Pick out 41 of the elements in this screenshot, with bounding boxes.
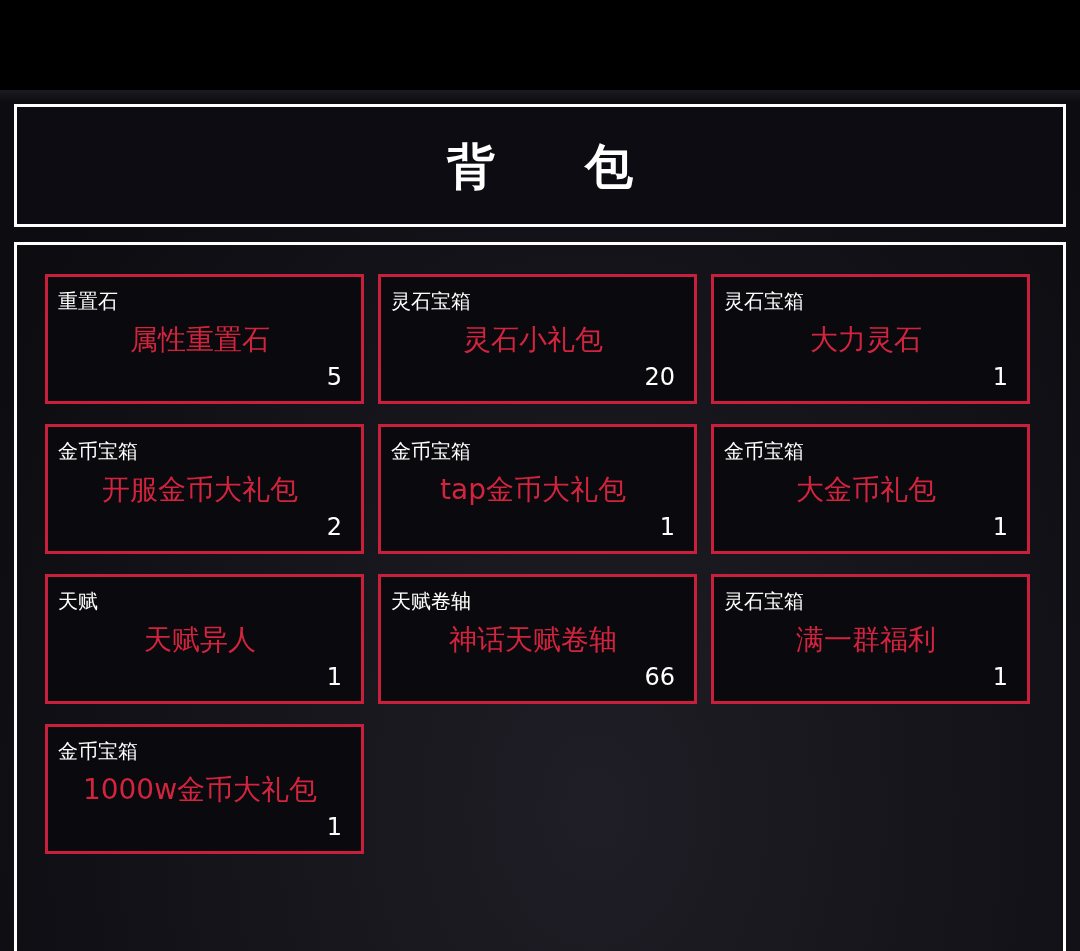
item-category: 重置石	[58, 289, 118, 313]
item-count: 2	[326, 512, 342, 542]
item-category: 金币宝箱	[58, 739, 138, 763]
item-count: 66	[644, 662, 675, 692]
item-count: 5	[326, 362, 342, 392]
item-card[interactable]: 灵石宝箱 大力灵石 1	[711, 274, 1030, 404]
page-title: 背 包	[447, 136, 654, 196]
item-name: 属性重置石	[130, 322, 270, 358]
item-card[interactable]: 天赋卷轴 神话天赋卷轴 66	[378, 574, 697, 704]
item-count: 1	[326, 812, 342, 842]
item-card[interactable]: 灵石宝箱 灵石小礼包 20	[378, 274, 697, 404]
item-category: 灵石宝箱	[724, 289, 804, 313]
item-name: 大金币礼包	[796, 472, 936, 508]
item-count: 1	[992, 362, 1008, 392]
item-category: 金币宝箱	[391, 439, 471, 463]
item-count: 1	[659, 512, 675, 542]
item-category: 灵石宝箱	[724, 589, 804, 613]
item-name: tap金币大礼包	[440, 472, 626, 508]
item-card[interactable]: 天赋 天赋异人 1	[45, 574, 364, 704]
item-category: 金币宝箱	[58, 439, 138, 463]
item-count: 20	[644, 362, 675, 392]
item-count: 1	[992, 512, 1008, 542]
item-card[interactable]: 金币宝箱 大金币礼包 1	[711, 424, 1030, 554]
item-name: 天赋异人	[144, 622, 256, 658]
item-card[interactable]: 灵石宝箱 满一群福利 1	[711, 574, 1030, 704]
item-count: 1	[992, 662, 1008, 692]
item-name: 大力灵石	[810, 322, 922, 358]
item-card[interactable]: 金币宝箱 tap金币大礼包 1	[378, 424, 697, 554]
item-category: 天赋卷轴	[391, 589, 471, 613]
item-name: 开服金币大礼包	[102, 472, 298, 508]
item-category: 天赋	[58, 589, 98, 613]
item-category: 灵石宝箱	[391, 289, 471, 313]
item-name: 1000w金币大礼包	[82, 772, 318, 808]
item-name: 灵石小礼包	[463, 322, 603, 358]
item-count: 1	[326, 662, 342, 692]
item-card[interactable]: 金币宝箱 1000w金币大礼包 1	[45, 724, 364, 854]
item-card[interactable]: 金币宝箱 开服金币大礼包 2	[45, 424, 364, 554]
item-name: 满一群福利	[796, 622, 936, 658]
item-card[interactable]: 重置石 属性重置石 5	[45, 274, 364, 404]
item-name: 神话天赋卷轴	[449, 622, 617, 658]
item-category: 金币宝箱	[724, 439, 804, 463]
